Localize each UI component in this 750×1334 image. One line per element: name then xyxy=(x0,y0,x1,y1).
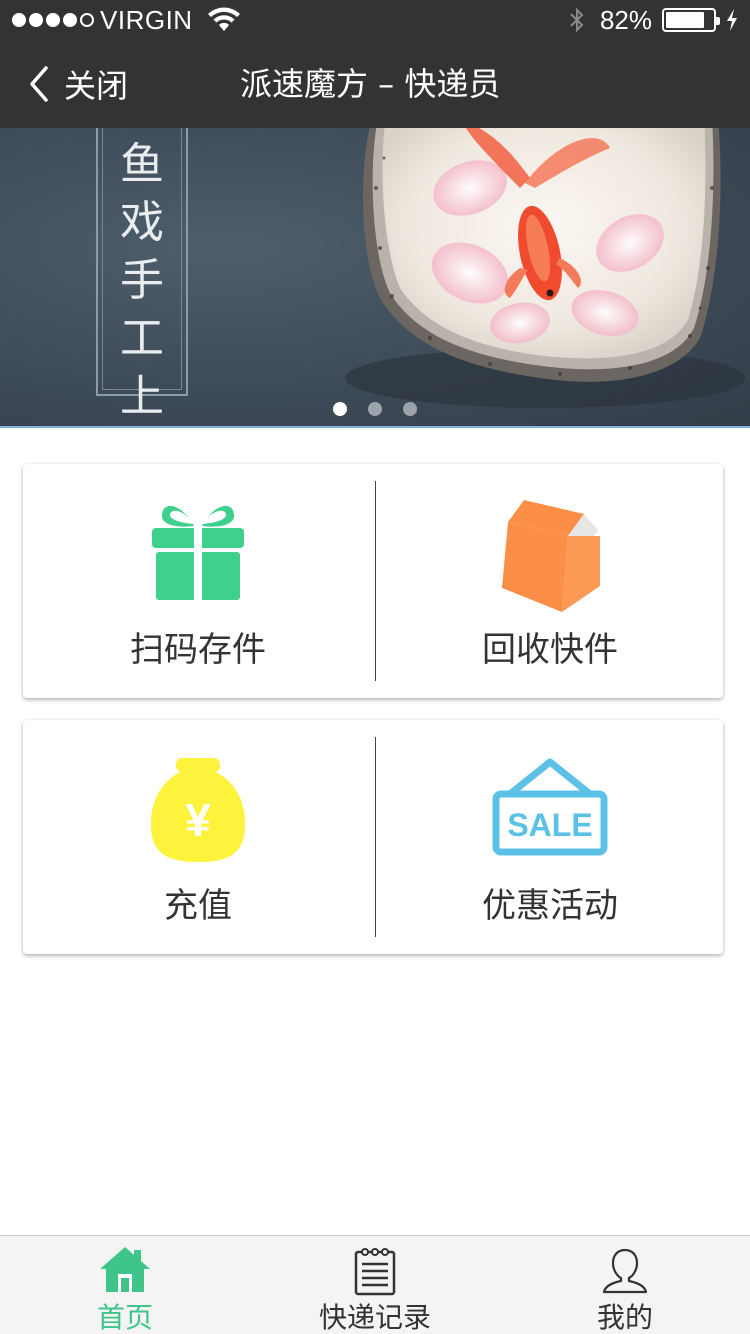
status-bar: VIRGIN 82% xyxy=(0,0,750,40)
tab-bar: 首页 快递记录 我的 xyxy=(0,1235,750,1334)
chevron-left-icon xyxy=(30,66,48,102)
tile-label: 优惠活动 xyxy=(482,886,618,926)
carousel-dot[interactable] xyxy=(333,402,347,416)
banner-char: 手 xyxy=(120,255,164,306)
tab-delivery-records[interactable]: 快递记录 xyxy=(250,1236,500,1334)
tile-label: 回收快件 xyxy=(482,630,618,670)
promotions-button[interactable]: SALE 优惠活动 xyxy=(375,720,725,954)
banner-divider xyxy=(0,426,750,428)
action-card-bottom: ¥ 充值 SALE 优惠活动 xyxy=(23,720,723,954)
charging-icon xyxy=(727,9,737,31)
tab-mine[interactable]: 我的 xyxy=(500,1236,750,1334)
tab-label: 快递记录 xyxy=(318,1301,431,1334)
tile-label: 充值 xyxy=(164,886,232,926)
signal-strength-icon xyxy=(12,13,94,27)
close-button[interactable]: 关闭 xyxy=(28,40,128,128)
sale-text: SALE xyxy=(507,807,592,843)
recycle-parcel-button[interactable]: 回收快件 xyxy=(375,464,725,698)
close-button-label: 关闭 xyxy=(64,67,129,105)
money-bag-icon: ¥ xyxy=(150,758,246,862)
tab-label: 我的 xyxy=(596,1301,653,1334)
user-icon xyxy=(602,1248,648,1294)
carousel-dot[interactable] xyxy=(368,402,382,416)
home-icon xyxy=(100,1247,150,1292)
carousel-dot[interactable] xyxy=(403,402,417,416)
svg-text:¥: ¥ xyxy=(185,794,211,846)
banner-char: 鱼 xyxy=(120,139,164,190)
wifi-icon xyxy=(207,7,240,31)
recharge-button[interactable]: ¥ 充值 xyxy=(23,720,373,954)
navigation-bar: 关闭 派速魔方 – 快递员 xyxy=(0,40,750,128)
scan-store-button[interactable]: 扫码存件 xyxy=(23,464,373,698)
bluetooth-icon xyxy=(570,7,584,33)
page-title: 派速魔方 – 快递员 xyxy=(240,65,501,103)
banner-char: 上 xyxy=(120,371,164,422)
notepad-icon xyxy=(354,1248,396,1296)
banner-carousel[interactable]: 鱼 戏 手 工 上 xyxy=(0,128,750,426)
banner-char: 工 xyxy=(120,313,164,364)
sale-sign-icon: SALE xyxy=(492,758,608,856)
battery-percent: 82% xyxy=(599,4,652,35)
tab-label: 首页 xyxy=(96,1301,153,1334)
gift-icon xyxy=(152,505,244,602)
carrier-name: VIRGIN xyxy=(100,4,193,35)
tab-home[interactable]: 首页 xyxy=(0,1236,250,1334)
banner-char: 戏 xyxy=(120,197,164,248)
banner-calligraphy: 鱼 戏 手 工 上 xyxy=(100,136,184,426)
battery-icon xyxy=(662,8,720,32)
box-icon xyxy=(502,500,600,612)
tile-label: 扫码存件 xyxy=(130,630,266,670)
action-card-top: 扫码存件 回收快件 xyxy=(23,464,723,698)
carousel-indicator xyxy=(0,402,750,416)
